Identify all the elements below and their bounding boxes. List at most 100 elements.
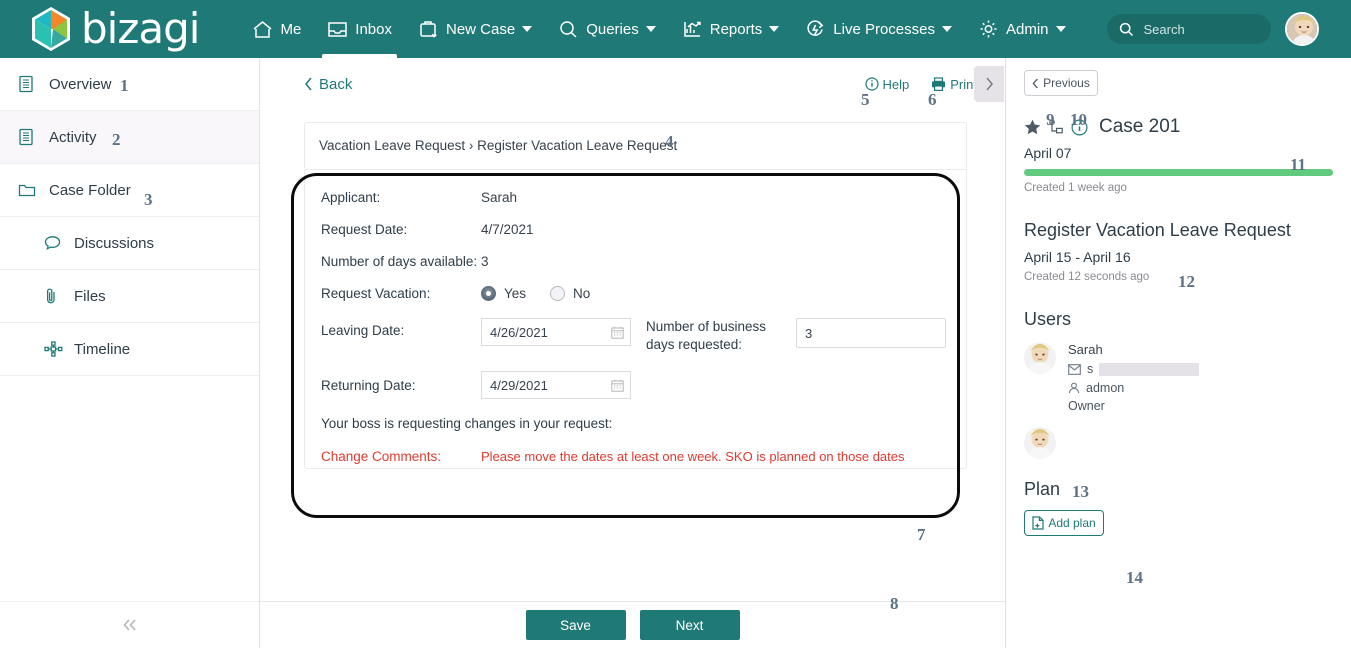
sidebar-item-timeline[interactable]: Timeline (0, 323, 259, 376)
days-available-label: Number of days available: (321, 254, 478, 269)
user-account-row: admon (1068, 381, 1199, 395)
bizagi-logo-icon (32, 7, 70, 51)
nav-item-reports[interactable]: Reports (669, 0, 793, 58)
avatar-image (1024, 342, 1056, 374)
mail-icon (1068, 363, 1081, 375)
applicant-label: Applicant: (321, 190, 381, 205)
task-dates: April 15 - April 16 (1024, 249, 1131, 265)
double-chevron-left-icon (122, 619, 136, 631)
nav-item-live-processes[interactable]: Live Processes (792, 0, 965, 58)
sidebar-item-overview[interactable]: Overview (0, 58, 259, 111)
global-search[interactable] (1106, 14, 1271, 44)
bizagi-logo[interactable]: bizagi (30, 6, 200, 52)
request-date-value: 4/7/2021 (481, 222, 534, 237)
search-input[interactable] (1141, 20, 1257, 38)
radio-yes[interactable] (481, 286, 496, 301)
search-icon (558, 20, 579, 39)
avatar-image (1024, 427, 1056, 459)
timeline-icon (44, 341, 66, 357)
users-heading: Users (1024, 309, 1072, 329)
case-form: Applicant: Sarah Request Date: 4/7/2021 … (304, 169, 967, 469)
document-icon (18, 75, 40, 93)
request-date-label: Request Date: (321, 222, 408, 237)
leaving-date-input[interactable]: 4/26/2021 (481, 318, 631, 346)
help-button[interactable]: Help (864, 77, 909, 92)
sidebar-label-timeline: Timeline (74, 340, 131, 358)
request-vacation-radio-group: Yes No (481, 286, 606, 301)
document-icon (18, 128, 40, 146)
back-button[interactable]: Back (304, 76, 352, 93)
chevron-left-icon (305, 77, 312, 91)
radio-no[interactable] (550, 286, 566, 301)
previous-label: Previous (1043, 76, 1090, 90)
plan-heading: Plan (1024, 479, 1061, 499)
sidebar-item-files[interactable]: Files (0, 270, 259, 323)
user-email-row: s (1068, 362, 1200, 376)
sidebar-label-files: Files (74, 287, 106, 305)
print-button[interactable]: Print (931, 77, 977, 92)
nav-item-admin[interactable]: Admin (965, 0, 1079, 58)
add-plan-button[interactable]: Add plan (1024, 510, 1104, 536)
sidebar-label-discussions: Discussions (74, 234, 155, 252)
avatar[interactable] (1024, 427, 1056, 459)
left-sidebar: Overview Activity Case Folder Discussion… (0, 58, 260, 648)
main-nav: Me Inbox New Case Queries Reports Live P… (239, 0, 1078, 58)
nav-item-new-case[interactable]: New Case (405, 0, 545, 58)
save-button[interactable]: Save (525, 610, 626, 640)
previous-button[interactable]: Previous (1024, 70, 1098, 96)
calendar-icon[interactable] (611, 326, 624, 339)
info-icon (864, 77, 879, 91)
calendar-icon[interactable] (611, 379, 624, 392)
returning-date-value: 4/29/2021 (490, 377, 548, 393)
sidebar-item-activity[interactable]: Activity (0, 111, 259, 164)
case-progress-bar (1024, 169, 1333, 176)
case-header: Case 201 (1024, 116, 1333, 138)
leaving-date-value: 4/26/2021 (490, 324, 548, 340)
nav-item-me[interactable]: Me (239, 0, 314, 58)
panel-toggle-button[interactable] (974, 66, 1004, 102)
right-panel: Previous Case 201 April 07 Created 1 wee… (1005, 58, 1351, 648)
chevron-down-icon (645, 26, 656, 32)
redacted-email-bar (1099, 362, 1200, 376)
user-entry: Sarah s admon Owner (1024, 342, 1333, 413)
business-days-value: 3 (805, 325, 813, 341)
star-icon[interactable] (1024, 119, 1041, 135)
chevron-down-icon (1055, 26, 1066, 32)
sidebar-label-overview: Overview (49, 75, 112, 93)
form-row-request-date: Request Date: 4/7/2021 (321, 222, 950, 237)
next-button[interactable]: Next (639, 610, 740, 640)
business-days-label: Number of business days requested: (646, 319, 767, 353)
chevron-down-icon (522, 26, 533, 32)
new-case-icon (418, 20, 439, 39)
avatar[interactable] (1024, 342, 1056, 374)
request-vacation-label: Request Vacation: (321, 286, 431, 301)
nav-label-queries: Queries (586, 20, 639, 38)
chevron-down-icon (769, 26, 780, 32)
sidebar-item-discussions[interactable]: Discussions (0, 217, 259, 270)
search-icon (1119, 22, 1133, 36)
sidebar-item-case-folder[interactable]: Case Folder (0, 164, 259, 217)
info-icon[interactable] (1071, 118, 1088, 136)
add-plan-label: Add plan (1048, 516, 1096, 530)
nav-item-queries[interactable]: Queries (545, 0, 669, 58)
avatar-image (1286, 14, 1317, 44)
folder-icon (18, 182, 40, 198)
form-row-leaving-date: Leaving Date: 4/26/2021 Number of busine… (321, 318, 950, 354)
chevron-down-icon (941, 26, 952, 32)
nav-label-me: Me (280, 20, 302, 38)
secondary-user-entry (1024, 427, 1333, 459)
avatar[interactable] (1284, 12, 1319, 46)
change-comments-value: Please move the dates at least one week.… (481, 449, 905, 465)
returning-date-input[interactable]: 4/29/2021 (481, 371, 631, 400)
process-icon[interactable] (1048, 119, 1064, 135)
sidebar-collapse-button[interactable] (0, 601, 259, 648)
add-document-icon (1032, 516, 1044, 530)
back-label: Back (319, 75, 353, 93)
radio-yes-label: Yes (504, 286, 527, 301)
nav-label-live-processes: Live Processes (833, 20, 935, 38)
case-title: Case 201 (1099, 116, 1181, 137)
business-days-input[interactable]: 3 (796, 318, 946, 348)
nav-item-inbox[interactable]: Inbox (314, 0, 405, 58)
sidebar-label-case-folder: Case Folder (49, 181, 131, 199)
inbox-icon (327, 20, 348, 39)
